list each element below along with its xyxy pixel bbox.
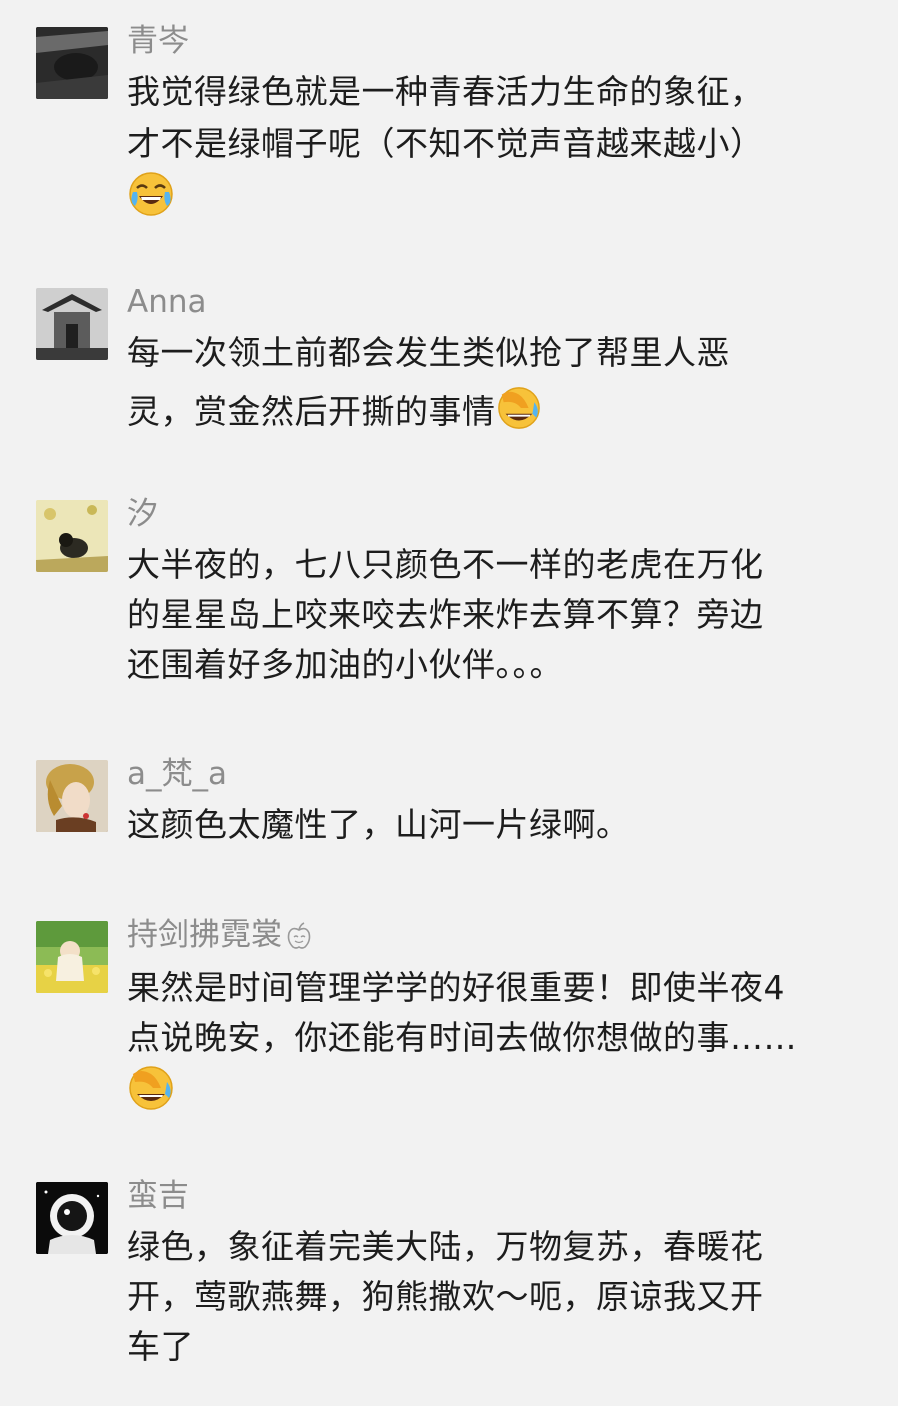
comment-text: 灵，赏金然后开撕的事情 [127, 392, 496, 431]
avatar[interactable] [36, 1182, 108, 1254]
comment-text-line: 开，莺歌燕舞，狗熊撒欢～呃，原谅我又开 [127, 1277, 764, 1316]
comment-text-line: 我觉得绿色就是一种青春活力生命的象征， [127, 72, 764, 111]
comment-text-line: 点说晚安，你还能有时间去做你想做的事…… [127, 1018, 797, 1057]
comment-text-line: 每一次领土前都会发生类似抢了帮里人恶 [127, 333, 730, 372]
comment-text-line: 灵，赏金然后开撕的事情 [127, 385, 542, 440]
username[interactable]: 持剑拂霓裳 [127, 917, 314, 953]
avatar[interactable] [36, 500, 108, 572]
username-text: 持剑拂霓裳 [127, 917, 282, 953]
comment-text-line: 的星星岛上咬来咬去炸来炸去算不算？旁边 [127, 595, 764, 634]
comment-text-line: 大半夜的，七八只颜色不一样的老虎在万化 [127, 545, 764, 584]
comment-text-line: 车了 [127, 1327, 194, 1366]
avatar[interactable] [36, 921, 108, 993]
comment-text-line: 才不是绿帽子呢（不知不觉声音越来越小） [127, 124, 764, 163]
facepalm-laugh-emoji [496, 385, 542, 440]
facepalm-laugh-emoji [127, 1064, 175, 1116]
username[interactable]: 蛮吉 [127, 1178, 189, 1214]
username[interactable]: 汐 [127, 496, 158, 532]
comment-text-line: 绿色，象征着完美大陆，万物复苏，春暖花 [127, 1227, 764, 1266]
username[interactable]: 青岑 [127, 23, 189, 59]
username[interactable]: a_梵_a [127, 756, 227, 792]
comment-text-line: 这颜色太魔性了，山河一片绿啊。 [127, 805, 630, 844]
joy-tears-emoji [127, 170, 175, 222]
comment-list: 青岑 我觉得绿色就是一种青春活力生命的象征， 才不是绿帽子呢（不知不觉声音越来越… [0, 0, 898, 1406]
avatar[interactable] [36, 288, 108, 360]
apple-icon [282, 917, 314, 953]
avatar[interactable] [36, 27, 108, 99]
avatar[interactable] [36, 760, 108, 832]
comment-text-line: 果然是时间管理学学的好很重要！即使半夜4 [127, 968, 785, 1007]
username[interactable]: Anna [127, 284, 207, 320]
comment-text-line: 还围着好多加油的小伙伴。。。 [127, 645, 563, 684]
